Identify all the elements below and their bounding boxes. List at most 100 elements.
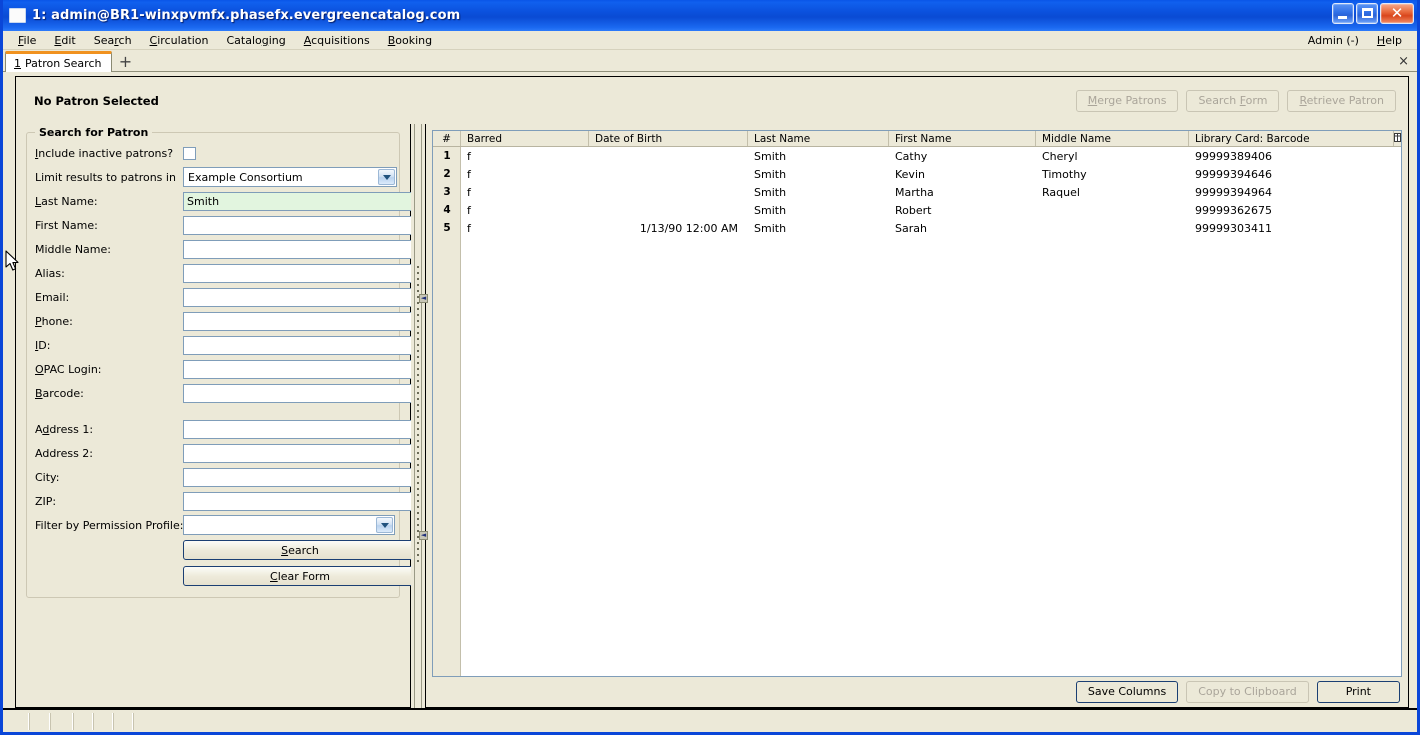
menu-circulation[interactable]: Circulation (141, 33, 218, 48)
field-row-barcode: Barcode: (35, 381, 419, 405)
field-row-last-name: Last Name: (35, 189, 419, 213)
menu-cataloging[interactable]: Cataloging (217, 33, 294, 48)
search-button[interactable]: Search (183, 540, 417, 560)
include-inactive-checkbox[interactable] (183, 146, 196, 160)
menu-admin[interactable]: Admin (-) (1299, 33, 1368, 48)
save-columns-button[interactable]: Save Columns (1075, 681, 1179, 703)
close-icon: ✕ (1390, 4, 1404, 22)
new-tab-button[interactable]: + (114, 51, 136, 71)
menu-search[interactable]: Search (85, 33, 141, 48)
first-name-label: First Name: (35, 218, 98, 232)
patron-banner-area: No Patron Selected Merge Patrons Search … (3, 72, 1417, 124)
limit-results-label: Limit results to patrons in (35, 170, 176, 184)
column-picker-button[interactable] (1394, 131, 1401, 146)
close-tab-icon[interactable]: × (1398, 54, 1409, 69)
window-title: 1: admin@BR1-winxpvmfx.phasefx.evergreen… (32, 8, 461, 23)
email-input[interactable] (183, 287, 419, 307)
cell-barred: f (467, 185, 471, 199)
minimize-button[interactable] (1332, 3, 1354, 24)
barcode-label: Barcode: (35, 386, 84, 400)
column-header-number[interactable]: # (433, 131, 461, 146)
menu-file[interactable]: File (9, 33, 45, 48)
field-row-permission-profile: Filter by Permission Profile: (35, 513, 395, 537)
cell-first-name: Kevin (895, 167, 925, 181)
table-row[interactable]: 5 f 1/13/90 12:00 AM Smith Sarah 9999930… (433, 219, 1401, 237)
table-row[interactable]: 2 f Smith Kevin Timothy 99999394646 (433, 165, 1401, 183)
first-name-input[interactable] (183, 215, 419, 235)
cell-middle-name (1036, 201, 1189, 219)
collapse-right-icon[interactable]: ◄ (419, 531, 428, 540)
column-header-first-name[interactable]: First Name (889, 131, 1036, 146)
field-row-middle-name: Middle Name: (35, 237, 419, 261)
status-segment (93, 713, 113, 730)
column-header-last-name[interactable]: Last Name (748, 131, 889, 146)
cell-number: 2 (443, 168, 451, 180)
cell-dob (589, 183, 748, 201)
org-unit-select[interactable]: Example Consortium (183, 167, 397, 187)
cell-barcode: 99999394646 (1195, 167, 1272, 181)
id-input[interactable] (183, 335, 419, 355)
menu-help[interactable]: Help (1368, 33, 1411, 48)
opac-login-input[interactable] (183, 359, 419, 379)
cell-last-name: Smith (754, 185, 787, 199)
alias-input[interactable] (183, 263, 419, 283)
cell-last-name: Smith (754, 203, 787, 217)
permission-profile-select[interactable] (183, 515, 395, 535)
menu-acquisitions[interactable]: Acquisitions (295, 33, 379, 48)
banner-actions: Merge Patrons Search Form Retrieve Patro… (1075, 89, 1400, 112)
tab-patron-search[interactable]: 1 Patron Search (5, 51, 113, 72)
table-row[interactable]: 3 f Smith Martha Raquel 99999394964 (433, 183, 1401, 201)
clear-form-button[interactable]: Clear Form (183, 566, 417, 586)
grid-columns-icon (1394, 132, 1401, 142)
search-form-button[interactable]: Search Form (1186, 89, 1280, 112)
cell-last-name: Smith (754, 149, 787, 163)
status-bar (3, 708, 1417, 732)
close-button[interactable]: ✕ (1380, 3, 1414, 24)
column-header-middle-name[interactable]: Middle Name (1036, 131, 1189, 146)
cell-middle-name: Cheryl (1042, 149, 1078, 163)
merge-patrons-button[interactable]: Merge Patrons (1075, 89, 1179, 112)
cell-dob (589, 201, 748, 219)
chevron-down-icon (378, 169, 395, 185)
city-input[interactable] (183, 467, 419, 487)
middle-name-input[interactable] (183, 239, 419, 259)
middle-name-label: Middle Name: (35, 242, 111, 256)
retrieve-patron-button[interactable]: Retrieve Patron (1287, 89, 1396, 112)
patron-status-title: No Patron Selected (34, 93, 159, 108)
print-button[interactable]: Print (1316, 681, 1400, 703)
results-grid-header: # Barred Date of Birth Last Name First N… (433, 131, 1401, 147)
last-name-input[interactable] (183, 191, 419, 211)
maximize-button[interactable] (1356, 3, 1378, 24)
menu-edit[interactable]: Edit (45, 33, 84, 48)
copy-to-clipboard-button[interactable]: Copy to Clipboard (1186, 681, 1309, 703)
column-header-library-card[interactable]: Library Card: Barcode (1189, 131, 1394, 146)
table-row[interactable]: 4 f Smith Robert 99999362675 (433, 201, 1401, 219)
cell-number: 4 (443, 204, 451, 216)
column-header-barred[interactable]: Barred (461, 131, 589, 146)
title-bar: 1: admin@BR1-winxpvmfx.phasefx.evergreen… (3, 0, 1417, 31)
cell-last-name: Smith (754, 167, 787, 181)
address1-input[interactable] (183, 419, 419, 439)
pane-splitter[interactable]: ◄ ◄ (411, 124, 428, 708)
zip-input[interactable] (183, 491, 419, 511)
opac-login-label: OPAC Login: (35, 362, 102, 376)
barcode-input[interactable] (183, 383, 419, 403)
cell-number: 5 (443, 222, 451, 234)
field-row-phone: Phone: (35, 309, 419, 333)
address2-input[interactable] (183, 443, 419, 463)
column-header-dob[interactable]: Date of Birth (589, 131, 748, 146)
cell-number: 1 (443, 150, 451, 162)
application-window: 1: admin@BR1-winxpvmfx.phasefx.evergreen… (0, 0, 1420, 735)
menu-booking[interactable]: Booking (379, 33, 441, 48)
splitter-grip[interactable]: ◄ ◄ (417, 266, 428, 566)
collapse-left-icon[interactable]: ◄ (419, 294, 428, 303)
cell-dob (589, 147, 748, 165)
address2-label: Address 2: (35, 446, 94, 460)
table-row[interactable]: 1 f Smith Cathy Cheryl 99999389406 (433, 147, 1401, 165)
field-row-email: Email: (35, 285, 419, 309)
field-row-include-inactive: Include inactive patrons? (35, 141, 391, 165)
phone-input[interactable] (183, 311, 419, 331)
cell-barcode: 99999394964 (1195, 185, 1272, 199)
cell-middle-name: Timothy (1042, 167, 1087, 181)
field-row-alias: Alias: (35, 261, 419, 285)
